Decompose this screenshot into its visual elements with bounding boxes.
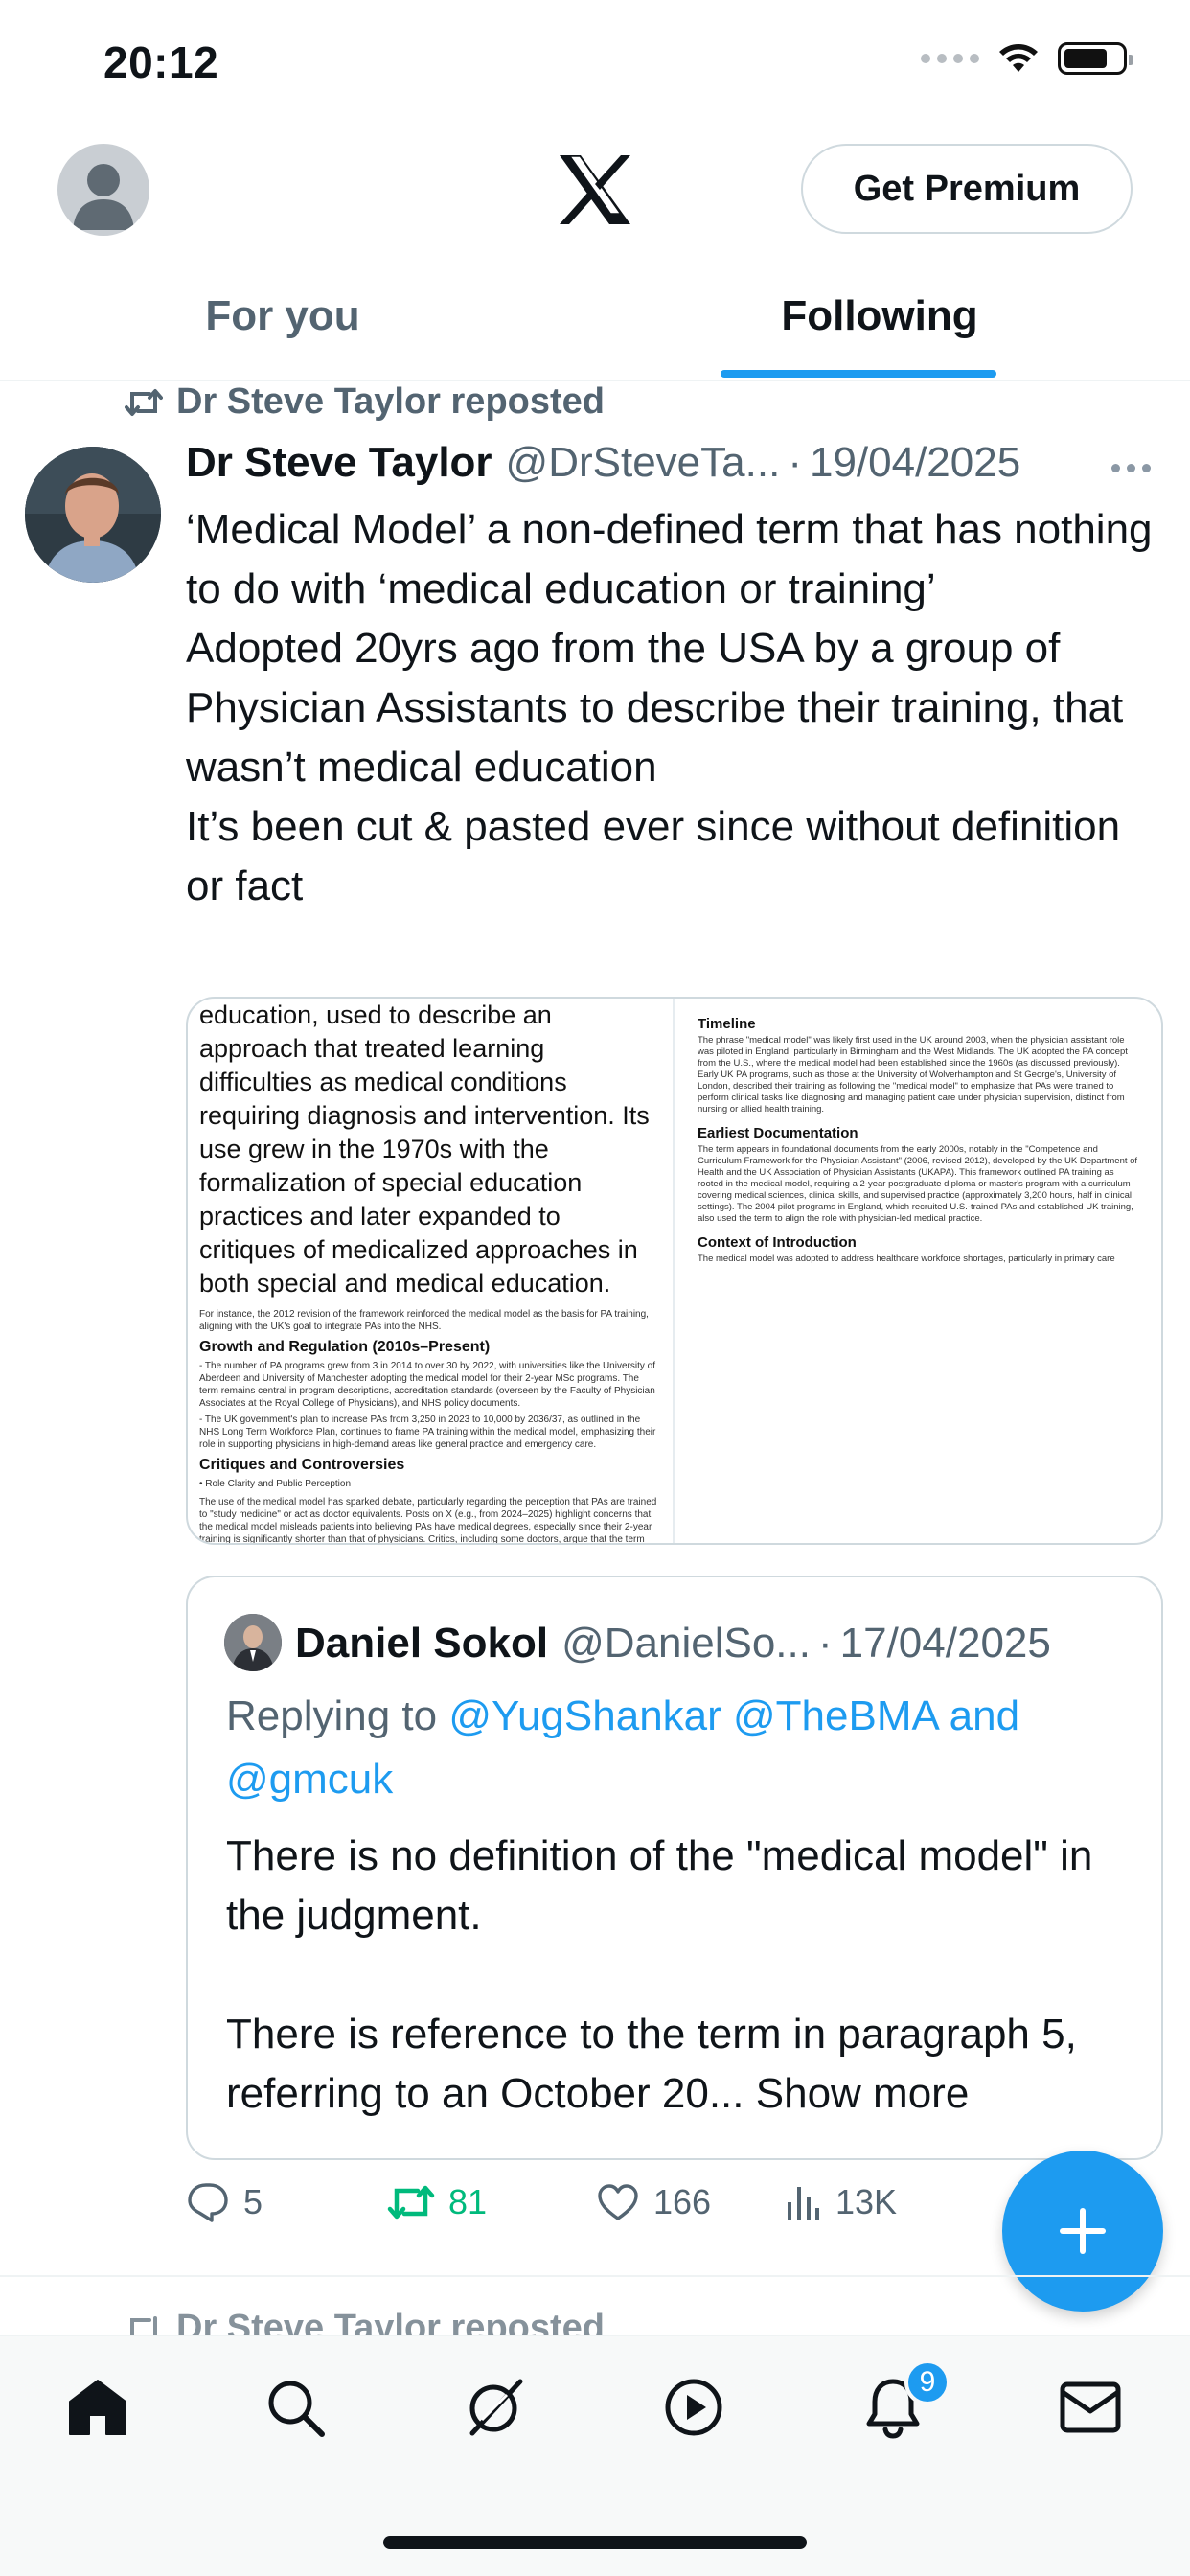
tab-for-you[interactable]: For you bbox=[182, 288, 383, 345]
views-button[interactable]: 13K bbox=[784, 2182, 975, 2222]
compose-button[interactable] bbox=[1002, 2150, 1163, 2312]
battery-icon bbox=[1058, 42, 1133, 75]
post-header: Dr Steve Taylor @DrSteveTa... · 19/04/20… bbox=[186, 439, 1144, 487]
quoted-paragraph: There is no definition of the "medical m… bbox=[226, 1832, 1093, 1939]
post-text-line: It’s been cut & pasted ever since withou… bbox=[186, 803, 1121, 909]
repost-button[interactable]: 81 bbox=[387, 2182, 596, 2222]
x-logo-icon[interactable] bbox=[558, 153, 632, 226]
notification-badge: 9 bbox=[904, 2359, 950, 2405]
post-divider bbox=[0, 2275, 1190, 2277]
post-text-line: Adopted 20yrs ago from the USA by a grou… bbox=[186, 625, 1124, 791]
reply-icon bbox=[188, 2183, 228, 2222]
heart-icon bbox=[598, 2184, 638, 2220]
status-icons bbox=[921, 42, 1133, 75]
media-left-paragraph: • Role Clarity and Public Perception bbox=[199, 1479, 352, 1489]
media-left-paragraph: The use of the medical model has sparked… bbox=[199, 1497, 657, 1543]
quoted-post-header: Daniel Sokol @DanielSo... · 17/04/2025 bbox=[295, 1614, 1157, 1673]
repost-indicator[interactable]: Dr Steve Taylor reposted bbox=[125, 381, 605, 423]
quoted-post[interactable]: Daniel Sokol @DanielSo... · 17/04/2025 R… bbox=[186, 1576, 1163, 2160]
media-right-paragraph: The medical model was adopted to address… bbox=[698, 1254, 1115, 1264]
like-button[interactable]: 166 bbox=[596, 2182, 784, 2222]
post-media-image[interactable]: education, used to describe an approach … bbox=[186, 997, 1163, 1545]
search-icon[interactable] bbox=[261, 2373, 330, 2442]
wifi-icon bbox=[999, 44, 1038, 72]
active-tab-indicator bbox=[721, 370, 996, 378]
reply-button[interactable]: 5 bbox=[186, 2181, 387, 2223]
get-premium-button[interactable]: Get Premium bbox=[801, 144, 1133, 234]
repost-count: 81 bbox=[448, 2182, 488, 2221]
quoted-paragraph: There is reference to the term in paragr… bbox=[226, 2005, 1136, 2124]
media-left-heading: Critiques and Controversies bbox=[199, 1457, 405, 1473]
home-indicator[interactable] bbox=[383, 2536, 807, 2549]
more-options-icon[interactable] bbox=[1111, 464, 1151, 472]
media-left-paragraph: - The UK government's plan to increase P… bbox=[199, 1414, 656, 1450]
media-image-left[interactable]: education, used to describe an approach … bbox=[188, 999, 675, 1543]
media-image-right[interactable]: Timeline The phrase "medical model" was … bbox=[675, 999, 1161, 1543]
author-name[interactable]: Dr Steve Taylor bbox=[186, 439, 492, 487]
views-count: 13K bbox=[835, 2182, 898, 2221]
repost-icon bbox=[387, 2185, 435, 2220]
quoted-author-name[interactable]: Daniel Sokol bbox=[295, 1620, 548, 1668]
post-actions: 5 81 166 13K bbox=[186, 2181, 1144, 2223]
mail-icon[interactable] bbox=[1056, 2373, 1125, 2442]
quoted-post-text: There is no definition of the "medical m… bbox=[226, 1827, 1136, 2124]
like-count: 166 bbox=[653, 2182, 712, 2221]
media-right-paragraph: The phrase "medical model" was likely fi… bbox=[698, 1035, 1128, 1115]
header-separator: · bbox=[788, 439, 802, 486]
reply-count: 5 bbox=[243, 2182, 263, 2221]
media-left-heading: Growth and Regulation (2010s–Present) bbox=[199, 1339, 491, 1355]
repost-icon bbox=[125, 388, 163, 416]
grok-icon[interactable] bbox=[460, 2373, 529, 2442]
media-right-heading: Earliest Documentation bbox=[698, 1125, 858, 1141]
post-date[interactable]: 19/04/2025 bbox=[810, 439, 1020, 487]
home-icon[interactable] bbox=[63, 2373, 132, 2442]
media-right-paragraph: The term appears in foundational documen… bbox=[698, 1144, 1138, 1224]
media-left-paragraph: - The number of PA programs grew from 3 … bbox=[199, 1361, 655, 1409]
video-icon[interactable] bbox=[659, 2373, 728, 2442]
status-time: 20:12 bbox=[103, 37, 219, 87]
tab-following[interactable]: Following bbox=[721, 288, 1039, 345]
repost-label: Dr Steve Taylor reposted bbox=[176, 381, 606, 422]
plus-icon bbox=[1060, 2208, 1106, 2254]
replying-to-prefix: Replying to bbox=[226, 1692, 438, 1739]
media-left-pre-text: For instance, the 2012 revision of the f… bbox=[199, 1309, 649, 1332]
quoted-post-date[interactable]: 17/04/2025 bbox=[840, 1620, 1051, 1668]
views-icon bbox=[788, 2187, 819, 2220]
media-left-large-text: education, used to describe an approach … bbox=[199, 1000, 650, 1298]
author-avatar[interactable] bbox=[25, 447, 161, 583]
profile-avatar[interactable] bbox=[57, 144, 149, 236]
quoted-header-separator: · bbox=[817, 1620, 833, 1667]
post-text-line: ‘Medical Model’ a non-defined term that … bbox=[186, 506, 1153, 612]
replying-to: Replying to @YugShankar @TheBMA and @gmc… bbox=[226, 1685, 1127, 1811]
signal-icon bbox=[921, 54, 979, 63]
media-right-heading: Timeline bbox=[698, 1016, 756, 1032]
author-handle[interactable]: @DrSteveTa... bbox=[506, 439, 781, 487]
quoted-author-handle[interactable]: @DanielSo... bbox=[561, 1620, 811, 1668]
show-more-link[interactable]: Show more bbox=[756, 2070, 970, 2117]
media-right-heading: Context of Introduction bbox=[698, 1234, 857, 1251]
post-text: ‘Medical Model’ a non-defined term that … bbox=[186, 500, 1163, 916]
quoted-author-avatar[interactable] bbox=[224, 1614, 282, 1671]
